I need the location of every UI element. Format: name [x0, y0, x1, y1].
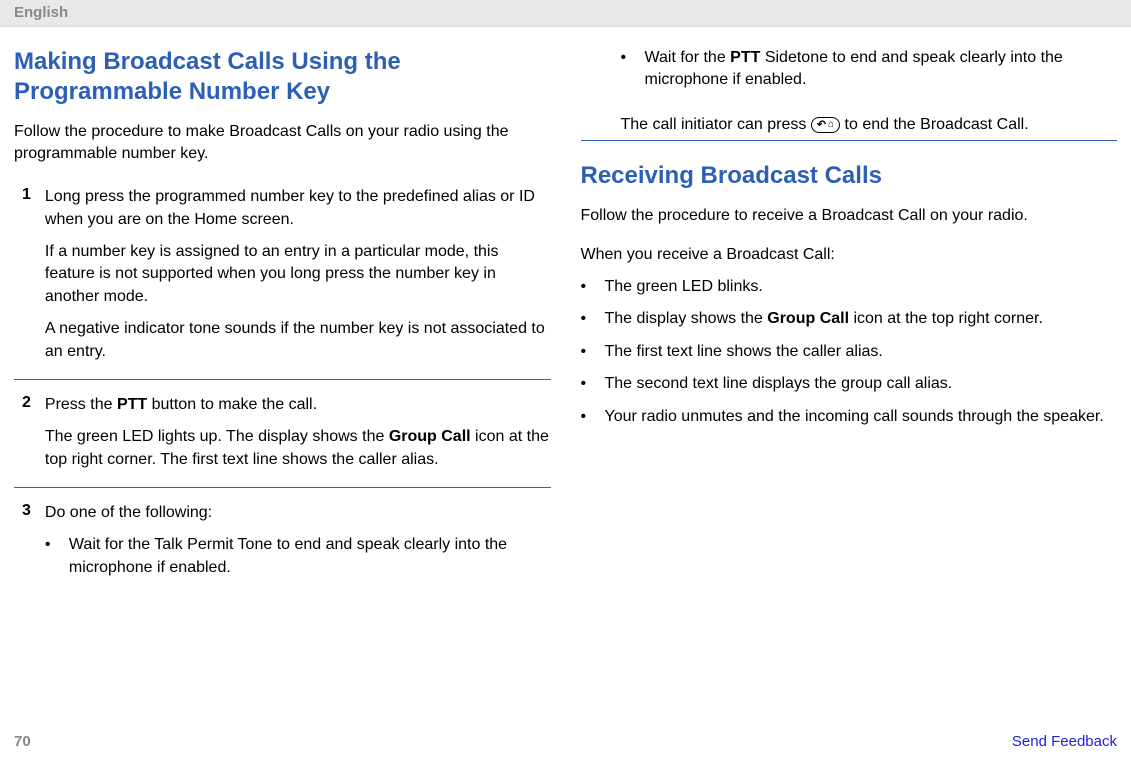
continuation-bullet: • Wait for the PTT Sidetone to end and s…: [621, 47, 1118, 92]
list-item: • The first text line shows the caller a…: [581, 341, 1118, 363]
step1-para2: If a number key is assigned to an entry …: [45, 241, 551, 308]
end-call-para: The call initiator can press ↶ ⌂ to end …: [621, 116, 1118, 134]
back-arrow-icon: ↶: [817, 118, 826, 131]
col2-continuation: • Wait for the PTT Sidetone to end and s…: [581, 47, 1118, 134]
step-1: 1 Long press the programmed number key t…: [14, 182, 551, 377]
step-number-1: 1: [14, 186, 31, 363]
when-text: When you receive a Broadcast Call:: [581, 244, 1118, 266]
list-item: • The green LED blinks.: [581, 276, 1118, 298]
header-bar: English: [0, 0, 1131, 27]
back-home-button-icon: ↶ ⌂: [811, 117, 840, 133]
step-divider-2: [14, 487, 551, 488]
bullet-dot-icon: •: [621, 47, 631, 92]
step2-para1: Press the PTT button to make the call.: [45, 394, 551, 416]
step-body-2: Press the PTT button to make the call. T…: [45, 394, 551, 471]
page-container: Making Broadcast Calls Using the Program…: [0, 27, 1131, 653]
list-item: • The second text line displays the grou…: [581, 373, 1118, 395]
continuation-text: Wait for the PTT Sidetone to end and spe…: [645, 47, 1118, 92]
bullet-dot-icon: •: [581, 373, 591, 395]
home-icon: ⌂: [828, 119, 834, 130]
bullet-dot-icon: •: [581, 341, 591, 363]
step-number-3: 3: [14, 502, 31, 589]
step-3: 3 Do one of the following: • Wait for th…: [14, 498, 551, 603]
bullet-dot-icon: •: [45, 534, 55, 579]
section-heading-1: Making Broadcast Calls Using the Program…: [14, 47, 551, 107]
language-label: English: [14, 4, 68, 21]
intro-text-1: Follow the procedure to make Broadcast C…: [14, 121, 551, 164]
list-item: • The display shows the Group Call icon …: [581, 308, 1118, 330]
left-column: Making Broadcast Calls Using the Program…: [14, 47, 551, 603]
right-column: • Wait for the PTT Sidetone to end and s…: [581, 47, 1118, 603]
section-end-divider: [581, 140, 1118, 141]
send-feedback-link[interactable]: Send Feedback: [1012, 733, 1117, 750]
step1-para1: Long press the programmed number key to …: [45, 186, 551, 231]
section-heading-2: Receiving Broadcast Calls: [581, 161, 1118, 191]
intro-text-2: Follow the procedure to receive a Broadc…: [581, 205, 1118, 227]
step-number-2: 2: [14, 394, 31, 471]
footer: 70 Send Feedback: [14, 733, 1117, 750]
step2-para2: The green LED lights up. The display sho…: [45, 426, 551, 471]
step-2: 2 Press the PTT button to make the call.…: [14, 390, 551, 485]
bullet-dot-icon: •: [581, 276, 591, 298]
bullet-dot-icon: •: [581, 406, 591, 428]
receive-bullets: • The green LED blinks. • The display sh…: [581, 276, 1118, 428]
list-item: • Your radio unmutes and the incoming ca…: [581, 406, 1118, 428]
step-divider-1: [14, 379, 551, 380]
step-body-1: Long press the programmed number key to …: [45, 186, 551, 363]
bullet-dot-icon: •: [581, 308, 591, 330]
step-body-3: Do one of the following: • Wait for the …: [45, 502, 551, 589]
step3-bullet1: • Wait for the Talk Permit Tone to end a…: [45, 534, 551, 579]
step3-para1: Do one of the following:: [45, 502, 551, 524]
step1-para3: A negative indicator tone sounds if the …: [45, 318, 551, 363]
page-number: 70: [14, 733, 31, 750]
